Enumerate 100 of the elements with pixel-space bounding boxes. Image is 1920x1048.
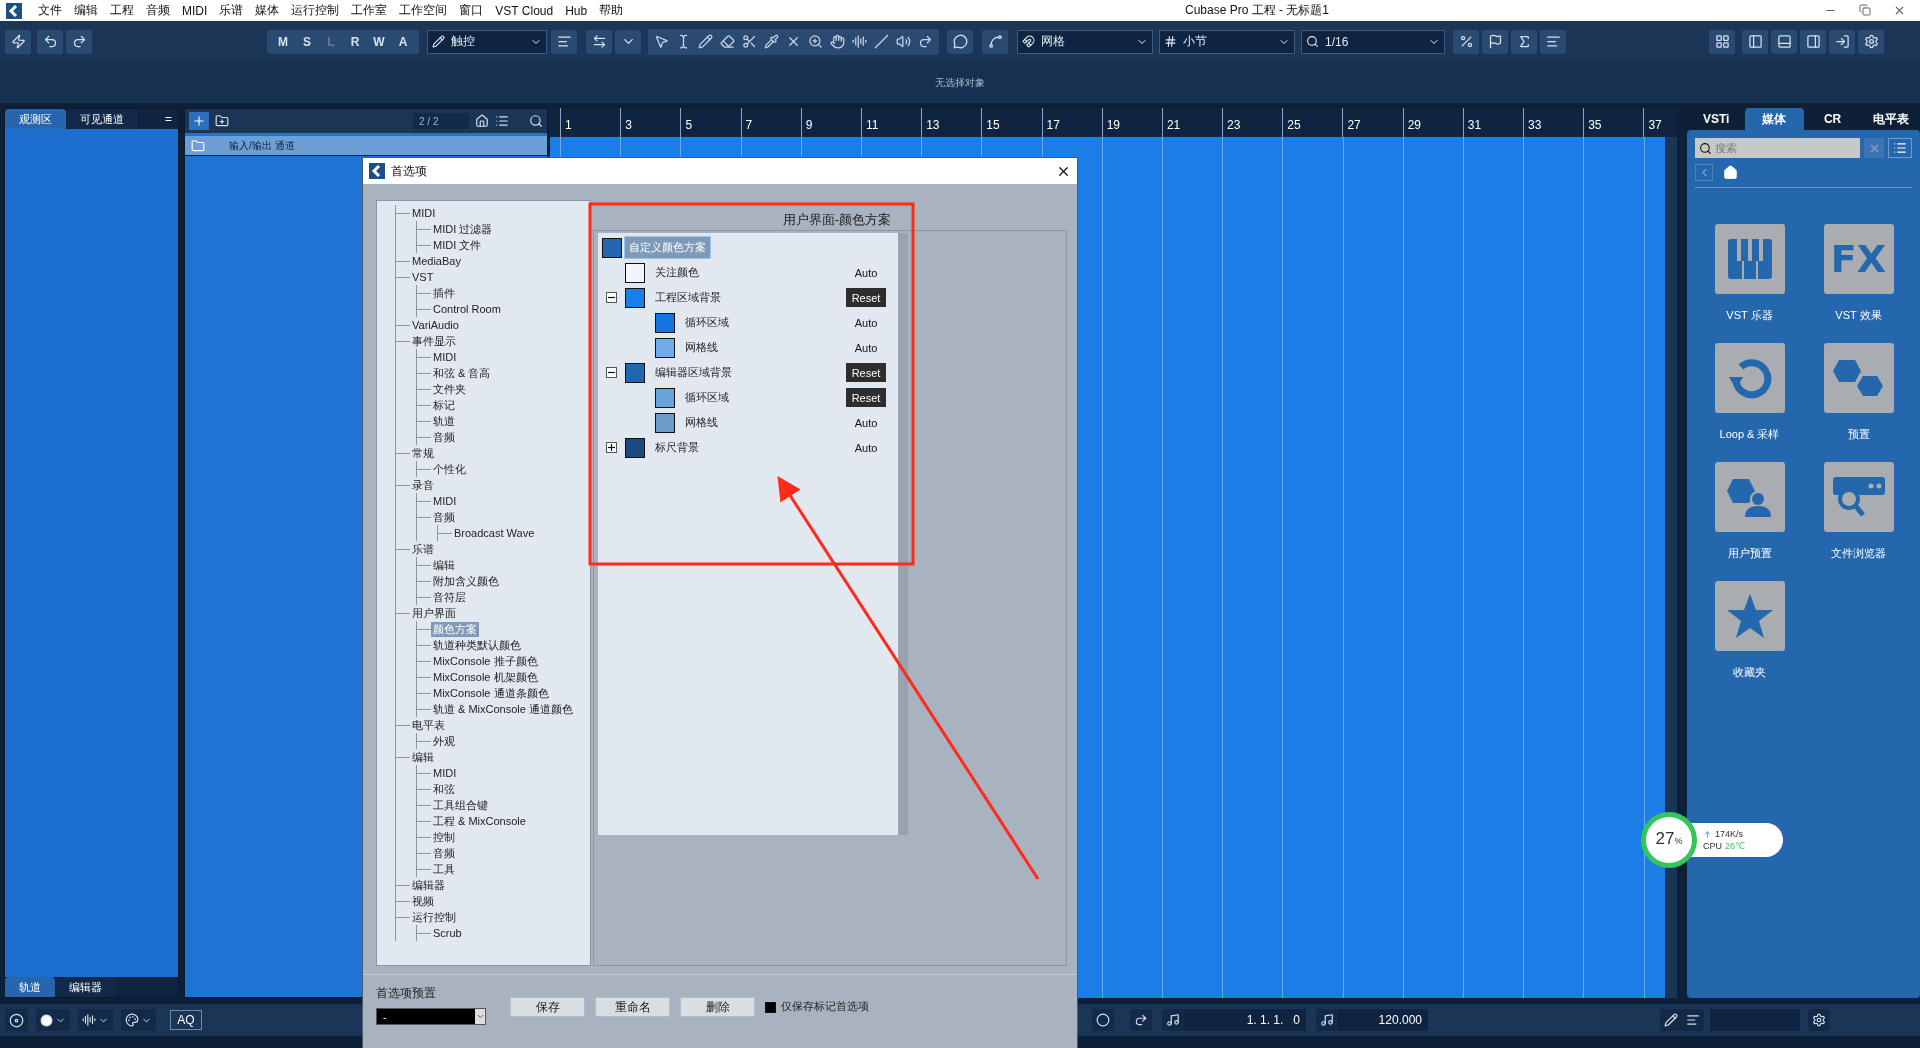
mode-button[interactable]: A: [391, 34, 415, 49]
media-tile[interactable]: 预置: [1804, 343, 1913, 442]
tree-item[interactable]: 轨道种类默认颜色: [431, 637, 523, 653]
tree-item[interactable]: MixConsole 推子颜色: [431, 653, 540, 669]
menu-item[interactable]: 工作室: [345, 2, 394, 19]
tree-item[interactable]: MIDI 过滤器: [431, 221, 495, 237]
touch-mode-dropdown[interactable]: 触控: [427, 29, 547, 54]
color-item-label: 网格线: [684, 415, 719, 430]
tree-item[interactable]: 个性化: [431, 461, 468, 477]
tree-item[interactable]: 音符层: [431, 589, 468, 605]
tree-item[interactable]: 用户界面: [410, 605, 458, 621]
reset-button[interactable]: Reset: [846, 288, 886, 307]
reset-button[interactable]: Reset: [846, 363, 886, 382]
tree-item[interactable]: VariAudio: [410, 319, 461, 331]
media-tile[interactable]: FX VST 效果: [1804, 224, 1913, 323]
color-item-label: 标尺背景: [654, 440, 700, 455]
tree-item[interactable]: 录音: [410, 477, 436, 493]
tree-item[interactable]: Control Room: [431, 303, 503, 315]
panel-tab[interactable]: 电平表: [1861, 108, 1920, 130]
tree-item[interactable]: 控制: [431, 829, 457, 845]
position-field[interactable]: 1. 1. 1. 0: [1184, 1009, 1306, 1031]
mode-button[interactable]: M: [271, 34, 295, 49]
tree-item[interactable]: MIDI 文件: [431, 237, 484, 253]
media-tile[interactable]: 文件浏览器: [1804, 462, 1913, 561]
preset-label: 首选项预置: [376, 985, 437, 1002]
tree-item[interactable]: 视频: [410, 893, 436, 909]
mode-button[interactable]: R: [343, 34, 367, 49]
menu-item[interactable]: 窗口: [453, 2, 490, 19]
reset-button[interactable]: Reset: [846, 388, 886, 407]
tree-item[interactable]: 编辑器: [410, 877, 447, 893]
tree-item[interactable]: 轨道 & MixConsole 通道颜色: [431, 701, 575, 717]
menu-item[interactable]: VST Cloud: [489, 3, 560, 18]
menu-item[interactable]: MIDI: [176, 3, 214, 18]
tree-item[interactable]: 编辑: [410, 749, 436, 765]
media-tile[interactable]: Loop & 采样: [1695, 343, 1804, 442]
menu-icon[interactable]: =: [165, 112, 178, 126]
menu-item[interactable]: 运行控制: [285, 2, 346, 19]
tree-item[interactable]: 标记: [431, 397, 457, 413]
dialog-button[interactable]: 删除: [680, 997, 755, 1017]
media-tile[interactable]: 用户预置: [1695, 462, 1804, 561]
tree-item[interactable]: 文件夹: [431, 381, 468, 397]
tree-item[interactable]: 音频: [431, 845, 457, 861]
mode-button[interactable]: W: [367, 34, 391, 49]
tree-item[interactable]: 和弦: [431, 781, 457, 797]
tempo-field[interactable]: 120.000: [1338, 1009, 1428, 1031]
menu-item[interactable]: 文件: [32, 2, 68, 19]
media-tile[interactable]: VST 乐器: [1695, 224, 1804, 323]
tree-item[interactable]: MediaBay: [410, 255, 463, 267]
tree-item[interactable]: 乐谱: [410, 541, 436, 557]
zone-tab[interactable]: 编辑器: [55, 977, 116, 997]
quantize-dropdown[interactable]: 1/16: [1301, 29, 1445, 54]
tree-item[interactable]: MixConsole 机架颜色: [431, 669, 540, 685]
tree-item[interactable]: Broadcast Wave: [452, 527, 537, 539]
dialog-button[interactable]: 重命名: [595, 997, 670, 1017]
tree-item[interactable]: 插件: [431, 285, 457, 301]
tree-item[interactable]: MIDI: [431, 495, 459, 507]
tree-item[interactable]: 工具组合键: [431, 797, 490, 813]
tree-item[interactable]: MIDI: [410, 207, 438, 219]
tree-item[interactable]: Scrub: [431, 927, 464, 939]
color-item-label: 工程区域背景: [654, 290, 722, 305]
checkbox-label: 仅保存标记首选项: [781, 999, 869, 1014]
tree-item[interactable]: MIDI: [431, 351, 459, 363]
tree-item[interactable]: 工具: [431, 861, 457, 877]
grid-type-dropdown[interactable]: 小节: [1159, 29, 1295, 54]
tree-item[interactable]: 运行控制: [410, 909, 458, 925]
menu-item[interactable]: 工程: [104, 2, 140, 19]
mode-button[interactable]: S: [295, 34, 319, 49]
menu-item[interactable]: 帮助: [593, 2, 630, 19]
tree-item[interactable]: 工程 & MixConsole: [431, 813, 528, 829]
tree-item[interactable]: 音频: [431, 429, 457, 445]
menu-item[interactable]: 乐谱: [213, 2, 250, 19]
menu-item[interactable]: 媒体: [249, 2, 286, 19]
tree-item[interactable]: 编辑: [431, 557, 457, 573]
zone-tab[interactable]: 可见通道: [66, 109, 138, 129]
menu-item[interactable]: 音频: [140, 2, 176, 19]
preset-dropdown[interactable]: -: [376, 1008, 486, 1025]
tree-item[interactable]: 事件显示: [410, 333, 458, 349]
zone-tab[interactable]: 观测区: [5, 109, 66, 129]
menu-item[interactable]: 工作空间: [393, 2, 454, 19]
zone-tab[interactable]: 轨道: [5, 977, 55, 997]
tree-item[interactable]: 常规: [410, 445, 436, 461]
tree-item[interactable]: 和弦 & 音高: [431, 365, 493, 381]
panel-tab[interactable]: CR: [1803, 108, 1862, 130]
tree-item[interactable]: 轨道: [431, 413, 457, 429]
menu-item[interactable]: 编辑: [68, 2, 104, 19]
snap-type-dropdown[interactable]: 网格: [1017, 29, 1153, 54]
dialog-button[interactable]: 保存: [510, 997, 585, 1017]
menu-item[interactable]: Hub: [559, 3, 594, 18]
tree-item[interactable]: MixConsole 通道条颜色: [431, 685, 551, 701]
auto-quantize-button[interactable]: AQ: [170, 1010, 202, 1030]
track-row[interactable]: 输入/输出 通道: [185, 136, 547, 156]
tree-item[interactable]: 电平表: [410, 717, 447, 733]
tree-item[interactable]: MIDI: [431, 767, 459, 779]
auto-label: Auto: [853, 341, 879, 354]
panel-tab[interactable]: 媒体: [1745, 108, 1804, 130]
tree-item[interactable]: 音频: [431, 509, 457, 525]
media-tile[interactable]: 收藏夹: [1695, 581, 1804, 680]
tree-item[interactable]: 外观: [431, 733, 457, 749]
tree-item[interactable]: 附加含义颜色: [431, 573, 501, 589]
tree-item[interactable]: VST: [410, 271, 436, 283]
